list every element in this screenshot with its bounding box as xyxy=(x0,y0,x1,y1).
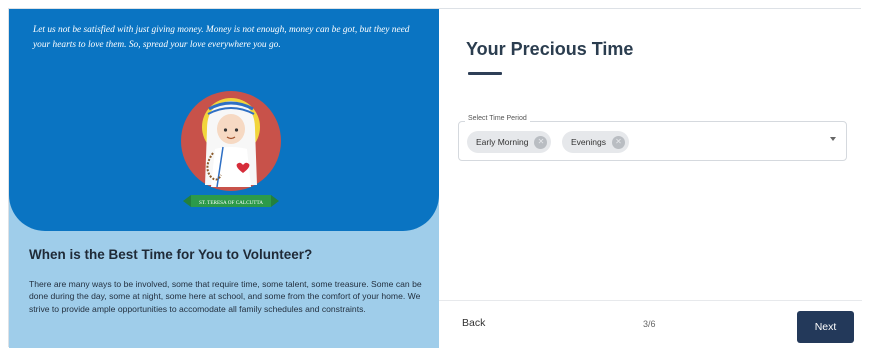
form-footer: Back 3/6 Next xyxy=(439,300,862,348)
info-panel: Let us not be satisfied with just giving… xyxy=(9,9,439,348)
next-button[interactable]: Next xyxy=(797,311,854,343)
chip-label: Early Morning xyxy=(476,137,529,147)
section-body: There are many ways to be involved, some… xyxy=(29,279,422,314)
saint-banner-text: ST. TERESA OF CALCUTTA xyxy=(199,200,263,206)
title-underline xyxy=(468,72,502,75)
volunteer-form-card: Let us not be satisfied with just giving… xyxy=(8,8,862,348)
chip-remove-icon[interactable]: ✕ xyxy=(534,135,548,149)
back-button[interactable]: Back xyxy=(462,317,485,329)
form-panel: Your Precious Time Select Time Period Ea… xyxy=(439,9,862,348)
time-period-select[interactable]: Select Time Period Early Morning ✕ Eveni… xyxy=(458,115,847,161)
select-label: Select Time Period xyxy=(465,115,530,122)
section-title: When is the Best Time for You to Volunte… xyxy=(29,247,313,262)
dropdown-caret-icon[interactable] xyxy=(830,137,836,141)
chip-remove-icon[interactable]: ✕ xyxy=(611,135,625,149)
saint-illustration: ST. TERESA OF CALCUTTA xyxy=(181,91,281,207)
hero-banner: Let us not be satisfied with just giving… xyxy=(9,9,439,231)
chip-early-morning: Early Morning ✕ xyxy=(467,131,552,153)
quote-text: Let us not be satisfied with just giving… xyxy=(33,25,410,50)
chip-evenings: Evenings ✕ xyxy=(562,131,629,153)
chip-label: Evenings xyxy=(571,137,606,147)
page-title: Your Precious Time xyxy=(466,39,634,59)
step-progress: 3/6 xyxy=(643,319,656,329)
